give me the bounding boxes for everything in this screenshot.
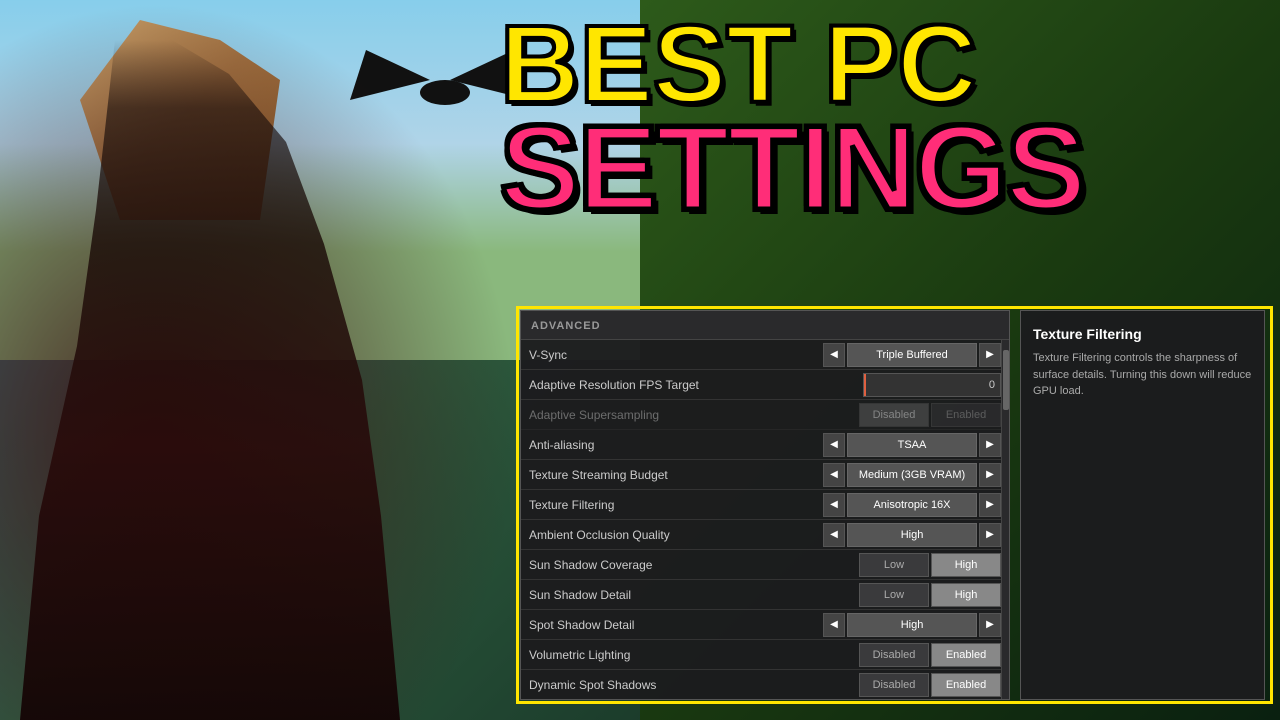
texture-filtering-value: Anisotropic 16X: [847, 493, 977, 517]
scrollbar[interactable]: [1001, 340, 1009, 700]
adaptive-res-fill: [864, 374, 866, 396]
adaptive-res-value: 0: [989, 379, 995, 391]
adaptive-super-enabled[interactable]: Enabled: [931, 403, 1001, 427]
ambient-occlusion-label: Ambient Occlusion Quality: [529, 528, 823, 542]
sun-shadow-detail-label: Sun Shadow Detail: [529, 588, 859, 602]
texture-streaming-label: Texture Streaming Budget: [529, 468, 823, 482]
dynamic-spot-shadows-control: Disabled Enabled: [859, 673, 1001, 697]
anti-aliasing-label: Anti-aliasing: [529, 438, 823, 452]
info-panel: Texture Filtering Texture Filtering cont…: [1020, 310, 1265, 700]
anti-aliasing-value: TSAA: [847, 433, 977, 457]
ambient-occlusion-control: ◀ High ▶: [823, 523, 1001, 547]
setting-row-adaptive-super: Adaptive Supersampling Disabled Enabled: [521, 400, 1009, 430]
sun-shadow-coverage-high[interactable]: High: [931, 553, 1001, 577]
spot-shadow-detail-value: High: [847, 613, 977, 637]
texture-filtering-label: Texture Filtering: [529, 498, 823, 512]
vsync-arrow-left[interactable]: ◀: [823, 343, 845, 367]
setting-row-spot-shadow-detail: Spot Shadow Detail ◀ High ▶: [521, 610, 1009, 640]
anti-aliasing-arrow-left[interactable]: ◀: [823, 433, 845, 457]
character-body: [20, 40, 400, 720]
dynamic-spot-shadows-toggle: Disabled Enabled: [859, 673, 1001, 697]
sun-shadow-detail-low[interactable]: Low: [859, 583, 929, 607]
adaptive-super-disabled[interactable]: Disabled: [859, 403, 929, 427]
volumetric-lighting-enabled[interactable]: Enabled: [931, 643, 1001, 667]
setting-row-ambient-occlusion: Ambient Occlusion Quality ◀ High ▶: [521, 520, 1009, 550]
title-line2: SETTINGS: [500, 114, 1084, 222]
sun-shadow-detail-toggle: Low High: [859, 583, 1001, 607]
dynamic-spot-shadows-enabled[interactable]: Enabled: [931, 673, 1001, 697]
setting-row-volumetric-lighting: Volumetric Lighting Disabled Enabled: [521, 640, 1009, 670]
texture-filtering-control: ◀ Anisotropic 16X ▶: [823, 493, 1001, 517]
anti-aliasing-arrow-right[interactable]: ▶: [979, 433, 1001, 457]
vsync-label: V-Sync: [529, 348, 823, 362]
ambient-occlusion-arrow-left[interactable]: ◀: [823, 523, 845, 547]
vsync-value: Triple Buffered: [847, 343, 977, 367]
setting-row-sun-shadow-detail: Sun Shadow Detail Low High: [521, 580, 1009, 610]
volumetric-lighting-control: Disabled Enabled: [859, 643, 1001, 667]
volumetric-lighting-disabled[interactable]: Disabled: [859, 643, 929, 667]
vsync-arrow-right[interactable]: ▶: [979, 343, 1001, 367]
title-line1: BEST PC: [500, 15, 1084, 114]
anti-aliasing-control: ◀ TSAA ▶: [823, 433, 1001, 457]
panel-header: ADVANCED: [521, 311, 1009, 340]
settings-list: V-Sync ◀ Triple Buffered ▶ Adaptive Reso…: [521, 340, 1009, 700]
setting-row-dynamic-spot-shadows: Dynamic Spot Shadows Disabled Enabled: [521, 670, 1009, 700]
texture-streaming-arrow-right[interactable]: ▶: [979, 463, 1001, 487]
dynamic-spot-shadows-disabled[interactable]: Disabled: [859, 673, 929, 697]
spot-shadow-detail-label: Spot Shadow Detail: [529, 618, 823, 632]
sun-shadow-coverage-low[interactable]: Low: [859, 553, 929, 577]
adaptive-super-toggle: Disabled Enabled: [859, 403, 1001, 427]
volumetric-lighting-toggle: Disabled Enabled: [859, 643, 1001, 667]
spot-shadow-detail-arrow-right[interactable]: ▶: [979, 613, 1001, 637]
sun-shadow-detail-control: Low High: [859, 583, 1001, 607]
adaptive-res-bar[interactable]: 0: [863, 373, 1001, 397]
setting-row-anti-aliasing: Anti-aliasing ◀ TSAA ▶: [521, 430, 1009, 460]
ambient-occlusion-arrow-right[interactable]: ▶: [979, 523, 1001, 547]
sun-shadow-detail-high[interactable]: High: [931, 583, 1001, 607]
texture-streaming-arrow-left[interactable]: ◀: [823, 463, 845, 487]
scrollbar-thumb: [1003, 350, 1009, 410]
setting-row-vsync: V-Sync ◀ Triple Buffered ▶: [521, 340, 1009, 370]
character-figure: [0, 0, 520, 720]
adaptive-super-label: Adaptive Supersampling: [529, 408, 859, 422]
panel-header-text: ADVANCED: [531, 320, 601, 332]
ambient-occlusion-value: High: [847, 523, 977, 547]
spot-shadow-detail-control: ◀ High ▶: [823, 613, 1001, 637]
info-panel-description: Texture Filtering controls the sharpness…: [1033, 350, 1252, 400]
setting-row-adaptive-res: Adaptive Resolution FPS Target 0: [521, 370, 1009, 400]
adaptive-res-label: Adaptive Resolution FPS Target: [529, 378, 863, 392]
sun-shadow-coverage-label: Sun Shadow Coverage: [529, 558, 859, 572]
texture-filtering-arrow-left[interactable]: ◀: [823, 493, 845, 517]
texture-streaming-control: ◀ Medium (3GB VRAM) ▶: [823, 463, 1001, 487]
info-panel-title: Texture Filtering: [1033, 326, 1252, 342]
adaptive-super-control: Disabled Enabled: [859, 403, 1001, 427]
setting-row-texture-streaming: Texture Streaming Budget ◀ Medium (3GB V…: [521, 460, 1009, 490]
settings-panel: ADVANCED V-Sync ◀ Triple Buffered ▶ Adap…: [520, 310, 1010, 700]
texture-streaming-value: Medium (3GB VRAM): [847, 463, 977, 487]
vsync-control: ◀ Triple Buffered ▶: [823, 343, 1001, 367]
adaptive-res-control: 0: [863, 373, 1001, 397]
setting-row-sun-shadow-coverage: Sun Shadow Coverage Low High: [521, 550, 1009, 580]
dynamic-spot-shadows-label: Dynamic Spot Shadows: [529, 678, 859, 692]
sun-shadow-coverage-control: Low High: [859, 553, 1001, 577]
title-container: BEST PC SETTINGS: [500, 15, 1084, 222]
texture-filtering-arrow-right[interactable]: ▶: [979, 493, 1001, 517]
setting-row-texture-filtering: Texture Filtering ◀ Anisotropic 16X ▶: [521, 490, 1009, 520]
spot-shadow-detail-arrow-left[interactable]: ◀: [823, 613, 845, 637]
sun-shadow-coverage-toggle: Low High: [859, 553, 1001, 577]
volumetric-lighting-label: Volumetric Lighting: [529, 648, 859, 662]
